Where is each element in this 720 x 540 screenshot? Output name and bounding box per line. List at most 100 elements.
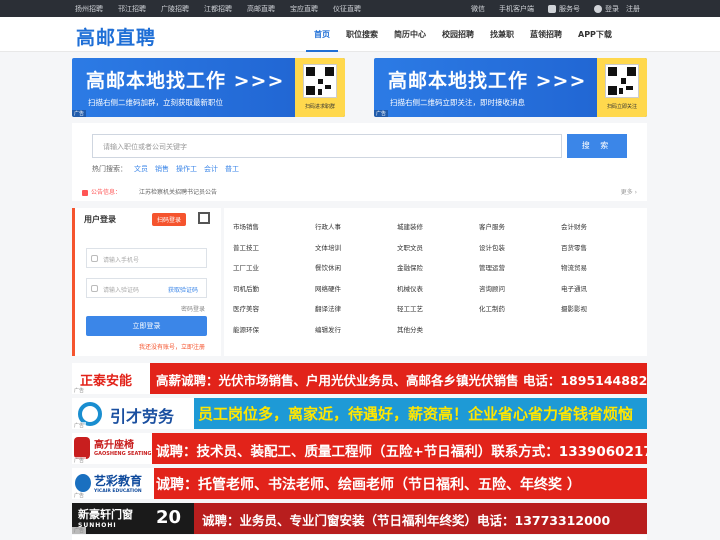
password-login-link[interactable]: 密码登录 [181,304,205,313]
category-link[interactable]: 物流贸易 [561,262,643,283]
category-link[interactable]: 普工技工 [233,242,315,263]
hot-search-link[interactable]: 操作工 [176,164,197,174]
category-link[interactable]: 编辑发行 [315,324,397,345]
nav-parttime[interactable]: 找兼职 [482,17,522,52]
hot-search-link[interactable]: 销售 [155,164,169,174]
ad-text: 高薪诚聘：光伏市场销售、户用光伏业务员、高邮各乡镇光伏销售 电话：1895144… [150,363,647,394]
user-icon [594,4,602,13]
city-link[interactable]: 广陵招聘 [161,4,189,14]
search-input[interactable]: 请输入职位或者公司关键字 [92,134,562,158]
search-button[interactable]: 搜 索 [567,134,627,158]
category-link[interactable]: 机械仪表 [397,283,479,304]
category-link[interactable]: 化工制药 [479,303,561,324]
city-link[interactable]: 江都招聘 [204,4,232,14]
job-categories: 市场销售 行政人事 城建装修 客户服务 会计财务 普工技工 文体培训 文职文员 … [224,208,647,356]
category-grid: 市场销售 行政人事 城建装修 客户服务 会计财务 普工技工 文体培训 文职文员 … [233,221,643,344]
city-links: 扬州招聘 邗江招聘 广陵招聘 江都招聘 高邮直聘 宝应直聘 仪征直聘 [75,0,376,17]
category-link[interactable]: 电子通讯 [561,283,643,304]
category-link[interactable]: 轻工工艺 [397,303,479,324]
nav-home[interactable]: 首页 [306,17,338,52]
mobile-client-link[interactable]: 手机客户端 [499,4,534,14]
city-link[interactable]: 宝应直聘 [290,4,318,14]
banner-join-group[interactable]: 高邮本地找工作 >>> 扫描右侧二维码加群，立刻获取最新职位 扫码进求职群 广告 [72,58,345,117]
category-link[interactable]: 客户服务 [479,221,561,242]
category-link[interactable]: 餐饮休闲 [315,262,397,283]
login-panel: 用户登录 扫码登录 请输入手机号 请输入验证码 获取验证码 密码登录 立即登录 我… [72,208,221,356]
category-link[interactable]: 摄影影视 [561,303,643,324]
city-link[interactable]: 邗江招聘 [118,4,146,14]
ad-banner-xinhaoxuan[interactable]: 新豪轩门窗 SUNHOHI 20 诚聘：业务员、专业门窗安装（节日福利年终奖）电话：… [72,503,647,534]
top-login: 登录 注册 [594,0,640,17]
category-link[interactable]: 能源环保 [233,324,315,345]
code-field[interactable]: 请输入验证码 获取验证码 [86,278,207,298]
speaker-icon [82,189,88,196]
nav-resume[interactable]: 简历中心 [386,17,434,52]
category-link[interactable]: 医疗美容 [233,303,315,324]
service-account-link[interactable]: 服务号 [548,4,580,14]
category-link[interactable]: 文体培训 [315,242,397,263]
phone-field[interactable]: 请输入手机号 [86,248,207,268]
main-nav: 首页 职位搜索 简历中心 校园招聘 找兼职 蓝领招聘 APP下载 [306,17,620,52]
hot-search-label: 热门搜索： [92,165,127,173]
nav-campus[interactable]: 校园招聘 [434,17,482,52]
category-link[interactable]: 市场销售 [233,221,315,242]
banner-subtitle: 扫描右侧二维码立即关注，即时接收消息 [390,98,525,107]
get-code-button[interactable]: 获取验证码 [168,285,198,294]
ad-tag: 广告 [374,110,389,117]
category-link[interactable]: 工厂工业 [233,262,315,283]
wechat-link[interactable]: 微信 [471,4,485,14]
ad-banner-yicai[interactable]: 艺彩教育 YICAIR EDUCATION 诚聘：托管老师、书法老师、绘画老师（节… [72,468,647,499]
category-link[interactable]: 百货零售 [561,242,643,263]
category-link[interactable]: 其他分类 [397,324,479,345]
ad-tag: 广告 [72,457,87,464]
category-link[interactable]: 文职文员 [397,242,479,263]
notice-link[interactable]: 江苏检察机关招聘书记员公告 [139,189,217,196]
nav-bluecollar[interactable]: 蓝领招聘 [522,17,570,52]
category-link[interactable]: 管理运营 [479,262,561,283]
category-link[interactable]: 金融保险 [397,262,479,283]
hot-search-link[interactable]: 文员 [134,164,148,174]
register-link[interactable]: 注册 [626,4,640,14]
anniversary-badge: 20 [156,507,182,528]
ad-text: 诚聘：技术员、装配工、质量工程师（五险+节日福利）联系方式：1339060217… [156,444,647,460]
login-link[interactable]: 登录 [605,4,619,14]
ad-banner-gaosheng[interactable]: 高升座椅 GAOSHENG SEATING 诚聘：技术员、装配工、质量工程师（五险… [72,433,647,464]
scan-login-tag[interactable]: 扫码登录 [152,213,187,226]
site-logo[interactable]: 高邮直聘 [76,23,156,50]
city-link[interactable]: 高邮直聘 [247,4,275,14]
banner-subtitle: 扫描右侧二维码加群，立刻获取最新职位 [88,98,223,107]
category-link[interactable]: 网络硬件 [315,283,397,304]
hot-search-link[interactable]: 会计 [204,164,218,174]
hot-search-link[interactable]: 普工 [225,164,239,174]
category-link[interactable]: 司机后勤 [233,283,315,304]
banner-follow[interactable]: 高邮本地找工作 >>> 扫描右侧二维码立即关注，即时接收消息 扫码立即关注 广告 [374,58,647,117]
qr-code-icon [303,64,337,98]
category-link[interactable]: 行政人事 [315,221,397,242]
banner-title: 高邮本地找工作 >>> [86,70,285,92]
login-title: 用户登录 [84,215,116,224]
more-link[interactable]: 更多 › [621,187,637,196]
banner-title: 高邮本地找工作 >>> [388,70,587,92]
city-link[interactable]: 仪征直聘 [333,4,361,14]
qr-label: 扫码进求职群 [304,104,335,110]
category-link[interactable]: 会计财务 [561,221,643,242]
ad-banner-zhengtai[interactable]: 正泰安能 高薪诚聘：光伏市场销售、户用光伏业务员、高邮各乡镇光伏销售 电话：18… [72,363,647,394]
ad-banner-yincai[interactable]: 引才劳务 员工岗位多，离家近，待遇好，薪资高！企业省心省力省钱省烦恼 广告 [72,398,647,429]
category-link[interactable]: 设计包装 [479,242,561,263]
category-link[interactable]: 咨询顾问 [479,283,561,304]
ad-logo: 新豪轩门窗 SUNHOHI 20 [72,503,194,534]
nav-job-search[interactable]: 职位搜索 [338,17,386,52]
category-link[interactable]: 城建装修 [397,221,479,242]
phone-icon [91,255,98,262]
qr-login-icon[interactable] [198,212,210,224]
register-link[interactable]: 我还没有账号，立即注册 [139,342,205,351]
category-link[interactable]: 翻译法律 [315,303,397,324]
ad-text: 员工岗位多，离家近，待遇好，薪资高！企业省心省力省钱省烦恼 [198,405,634,423]
hot-searches: 热门搜索： 文员 销售 操作工 会计 普工 [92,164,246,174]
nav-app-download[interactable]: APP下载 [570,17,620,52]
top-bar: 扬州招聘 邗江招聘 广陵招聘 江都招聘 高邮直聘 宝应直聘 仪征直聘 微信 手机… [0,0,720,17]
login-button[interactable]: 立即登录 [86,316,207,336]
qr-label: 扫码立即关注 [606,104,637,110]
city-link[interactable]: 扬州招聘 [75,4,103,14]
qr-panel: 扫码进求职群 [295,58,345,117]
